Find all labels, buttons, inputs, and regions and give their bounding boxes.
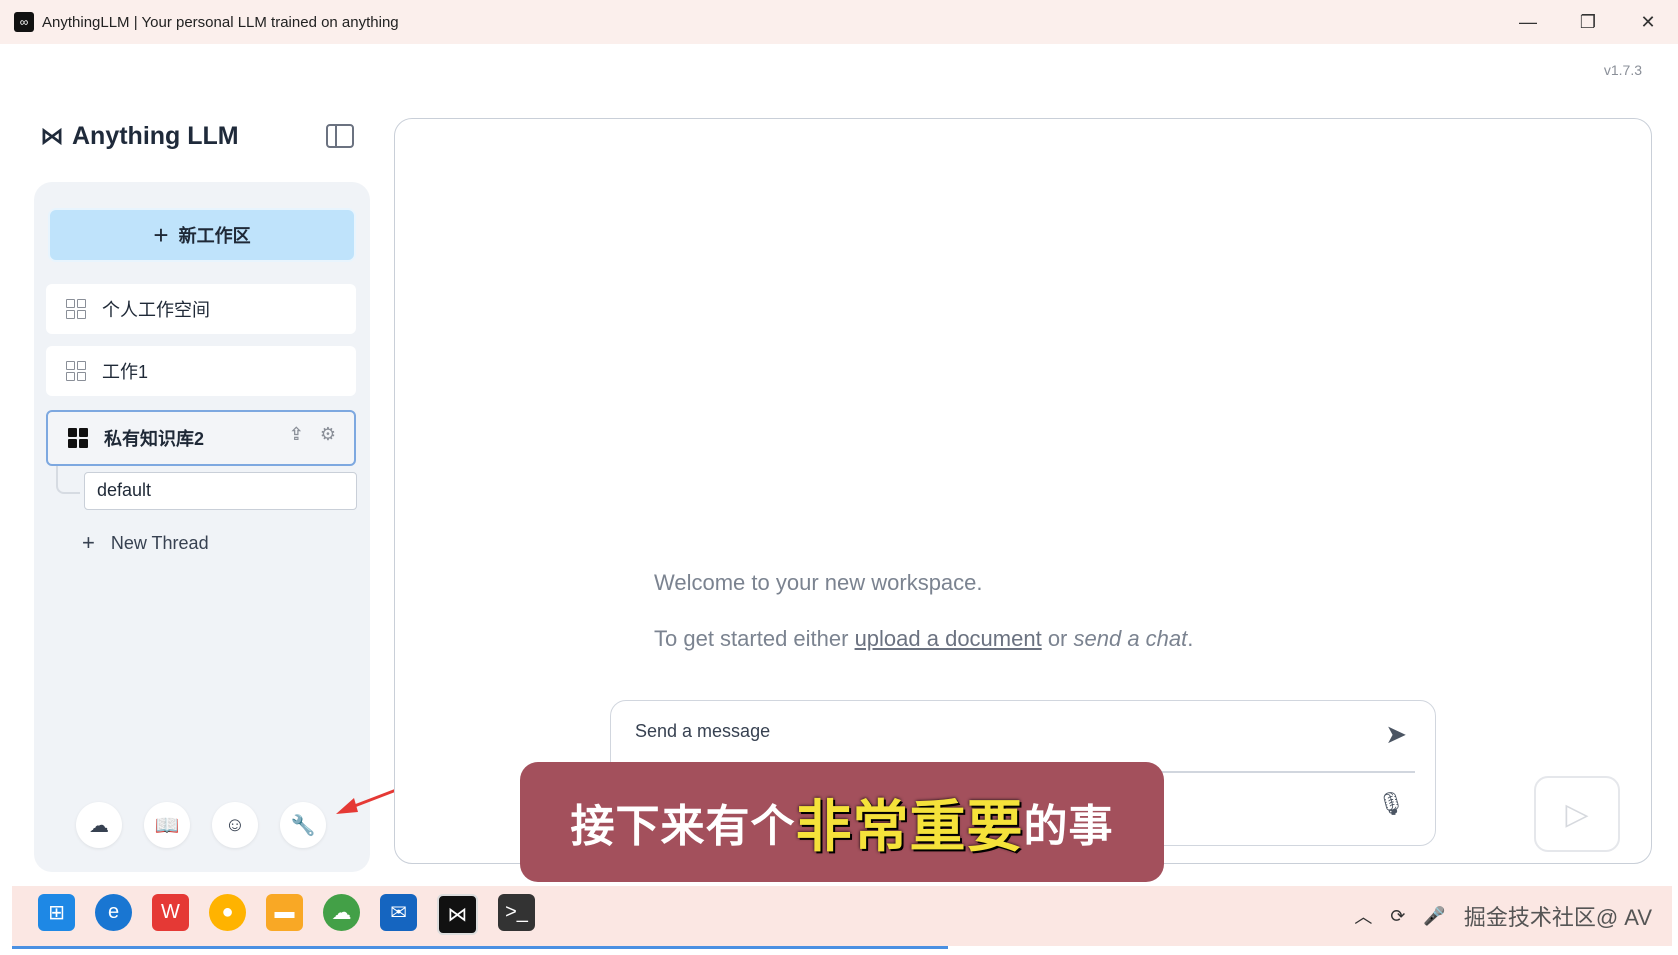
get-started-prefix: To get started either xyxy=(654,626,855,651)
settings-wrench-icon[interactable]: 🔧 xyxy=(280,802,326,848)
maximize-button[interactable]: ❐ xyxy=(1558,0,1618,44)
workspace-label: 私有知识库2 xyxy=(104,429,205,449)
discord-icon[interactable]: ☺ xyxy=(212,802,258,848)
upload-icon[interactable]: ⇪ xyxy=(289,424,304,445)
subtitle-highlight: 非常重要 xyxy=(795,794,1024,860)
welcome-text: Welcome to your new workspace. xyxy=(654,570,983,595)
or-text: or xyxy=(1041,626,1074,651)
video-subtitle: 接下来有个 非常重要 的事 xyxy=(520,762,1164,882)
thread-item-default[interactable]: default xyxy=(84,472,357,510)
gear-icon[interactable]: ⚙ xyxy=(320,424,336,445)
sidebar-item-workspace-private-kb2[interactable]: 私有知识库2 ⇪ ⚙ xyxy=(46,410,356,466)
sidebar-footer: ☁ 📖 ☺ 🔧 xyxy=(76,802,326,848)
sidebar-item-workspace-personal[interactable]: 个人工作空间 xyxy=(46,284,356,334)
video-progress-bar xyxy=(12,946,948,949)
microphone-icon[interactable]: 🎙 xyxy=(1377,791,1405,817)
new-workspace-label: 新工作区 xyxy=(178,226,251,246)
subtitle-after: 的事 xyxy=(1023,801,1114,852)
message-input[interactable]: Send a message xyxy=(635,721,770,742)
anythingllm-app-icon: ∞ xyxy=(14,12,34,32)
grid-icon xyxy=(66,361,86,381)
upload-document-link[interactable]: upload a document xyxy=(855,626,1042,651)
terminal-icon[interactable]: >_ xyxy=(498,894,535,931)
workspace-label: 个人工作空间 xyxy=(102,300,210,320)
sidebar-toggle-icon[interactable] xyxy=(326,124,354,148)
wps-icon[interactable]: W xyxy=(152,894,189,931)
edge-browser-icon[interactable]: e xyxy=(95,894,132,931)
minimize-button[interactable]: — xyxy=(1498,0,1558,44)
window-titlebar: ∞ AnythingLLM | Your personal LLM traine… xyxy=(0,0,1678,44)
logo-text: Anything LLM xyxy=(72,122,239,150)
file-explorer-icon[interactable]: ▬ xyxy=(266,894,303,931)
windows-start-icon[interactable]: ⊞ xyxy=(38,894,75,931)
subtitle-before: 接下来有个 xyxy=(570,801,796,852)
new-workspace-button[interactable]: + 新工作区 xyxy=(48,208,356,262)
microphone-tray-icon[interactable]: 🎤 xyxy=(1423,906,1445,927)
close-button[interactable]: ✕ xyxy=(1618,0,1678,44)
app-icon[interactable]: ● xyxy=(209,894,246,931)
thread-connector xyxy=(56,466,80,494)
mail-icon[interactable]: ✉ xyxy=(380,894,417,931)
new-thread-label: New Thread xyxy=(110,532,209,553)
sidebar-item-workspace-work1[interactable]: 工作1 xyxy=(46,346,356,396)
workspace-label: 工作1 xyxy=(102,362,149,382)
grid-filled-icon xyxy=(68,428,88,448)
app-logo: ⋈ Anything LLM xyxy=(40,122,239,151)
grid-icon xyxy=(66,299,86,319)
docs-book-icon[interactable]: 📖 xyxy=(144,802,190,848)
sync-icon[interactable]: ⟳ xyxy=(1390,906,1405,927)
wechat-icon[interactable]: ☁ xyxy=(323,894,360,931)
watermark-text: 掘金技术社区@ AV xyxy=(1463,905,1652,930)
video-play-icon: ▷ xyxy=(1534,776,1620,852)
period-text: . xyxy=(1187,626,1194,651)
plus-icon: + xyxy=(82,530,95,555)
community-icon[interactable]: ☁ xyxy=(76,802,122,848)
new-thread-button[interactable]: + New Thread xyxy=(82,530,209,556)
send-chat-text: send a chat xyxy=(1073,626,1188,651)
logo-icon: ⋈ xyxy=(40,123,64,150)
chevron-up-icon[interactable]: ︿ xyxy=(1354,903,1372,929)
anythingllm-taskbar-icon[interactable]: ⋈ xyxy=(437,894,478,935)
plus-icon: + xyxy=(153,219,169,250)
os-taskbar: ⊞ e W ● ▬ ☁ ✉ ⋈ >_ ︿ ⟳ 🎤 掘金技术社区@ AV xyxy=(12,886,1672,949)
get-started-text: To get started either upload a document … xyxy=(654,626,1193,652)
send-icon[interactable]: ➤ xyxy=(1385,719,1407,750)
top-strip xyxy=(0,44,1678,98)
window-title: AnythingLLM | Your personal LLM trained … xyxy=(42,13,399,31)
version-label: v1.7.3 xyxy=(1603,62,1642,78)
